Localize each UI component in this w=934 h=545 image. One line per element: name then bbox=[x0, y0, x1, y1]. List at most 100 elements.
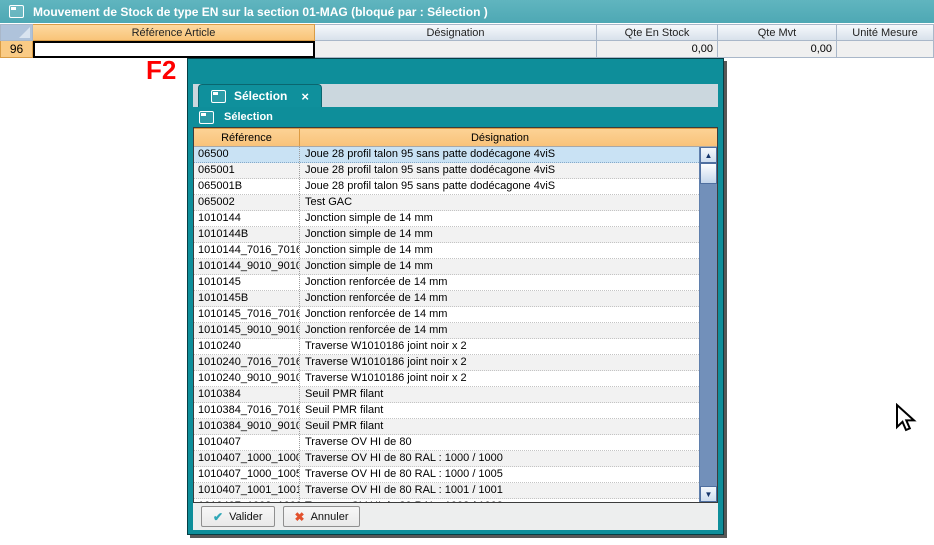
list-item-reference: 1010384 bbox=[194, 387, 300, 402]
qte-mvt-cell: 0,00 bbox=[718, 41, 837, 58]
list-item-designation: Jonction simple de 14 mm bbox=[300, 259, 699, 274]
list-item[interactable]: 1010144_7016_7016 Jonction simple de 14 … bbox=[194, 243, 699, 259]
list-column-header-designation: Désignation bbox=[300, 129, 700, 146]
list-item[interactable]: 1010407 Traverse OV HI de 80 bbox=[194, 435, 699, 451]
list-item-reference: 065001 bbox=[194, 163, 300, 178]
dialog-tabstrip: Sélection × bbox=[193, 84, 718, 107]
window-title: Mouvement de Stock de type EN sur la sec… bbox=[33, 5, 488, 19]
selection-list-panel: Référence Désignation 06500 Joue 28 prof… bbox=[193, 127, 718, 503]
list-item-reference: 1010144B bbox=[194, 227, 300, 242]
list-item-designation: Jonction simple de 14 mm bbox=[300, 243, 699, 258]
list-item[interactable]: 1010407_1000_1000 Traverse OV HI de 80 R… bbox=[194, 451, 699, 467]
tab-label: Sélection bbox=[234, 89, 287, 103]
list-item-designation: Joue 28 profil talon 95 sans patte dodéc… bbox=[300, 163, 699, 178]
list-item-designation: Traverse OV HI de 80 RAL : 1000 / 1005 bbox=[300, 467, 699, 482]
column-header-reference-article: Référence Article bbox=[33, 24, 315, 41]
list-item-designation: Jonction simple de 14 mm bbox=[300, 211, 699, 226]
tab-close-icon[interactable]: × bbox=[301, 90, 309, 103]
list-item[interactable]: 1010384_7016_7016 Seuil PMR filant bbox=[194, 403, 699, 419]
list-item-reference: 1010407_1000_1000 bbox=[194, 451, 300, 466]
list-item[interactable]: 1010407_1000_1005 Traverse OV HI de 80 R… bbox=[194, 467, 699, 483]
list-item-designation: Jonction renforcée de 14 mm bbox=[300, 323, 699, 338]
annuler-button[interactable]: ✖ Annuler bbox=[283, 506, 361, 527]
list-item-reference: 1010145 bbox=[194, 275, 300, 290]
list-item-reference: 1010240_9010_9010 bbox=[194, 371, 300, 386]
cross-icon: ✖ bbox=[295, 510, 305, 524]
f2-key-hint: F2 bbox=[146, 55, 176, 86]
scroll-down-icon[interactable]: ▼ bbox=[700, 486, 717, 502]
list-item-designation: Traverse OV HI de 80 RAL : 1002 / 1002 bbox=[300, 499, 699, 502]
selection-dialog: Sélection × Sélection Référence Désignat… bbox=[187, 58, 724, 535]
list-item[interactable]: 1010384 Seuil PMR filant bbox=[194, 387, 699, 403]
list-item[interactable]: 1010240 Traverse W1010186 joint noir x 2 bbox=[194, 339, 699, 355]
list-item-designation: Seuil PMR filant bbox=[300, 403, 699, 418]
list-item-reference: 065001B bbox=[194, 179, 300, 194]
window-titlebar: Mouvement de Stock de type EN sur la sec… bbox=[0, 0, 934, 23]
column-header-unite-mesure: Unité Mesure bbox=[837, 24, 934, 41]
main-grid-header: Référence Article Désignation Qte En Sto… bbox=[0, 24, 934, 41]
list-item[interactable]: 06500 Joue 28 profil talon 95 sans patte… bbox=[194, 147, 699, 163]
column-header-qte-en-stock: Qte En Stock bbox=[597, 24, 718, 41]
list-item-reference: 1010145_9010_9010 bbox=[194, 323, 300, 338]
grid-corner-cell bbox=[0, 24, 33, 41]
list-item[interactable]: 065001B Joue 28 profil talon 95 sans pat… bbox=[194, 179, 699, 195]
list-item-designation: Seuil PMR filant bbox=[300, 419, 699, 434]
list-item-designation: Seuil PMR filant bbox=[300, 387, 699, 402]
list-item[interactable]: 1010407_1002_1002 Traverse OV HI de 80 R… bbox=[194, 499, 699, 502]
tab-selection[interactable]: Sélection × bbox=[198, 84, 322, 107]
list-item-reference: 1010144_7016_7016 bbox=[194, 243, 300, 258]
list-item[interactable]: 1010407_1001_1001 Traverse OV HI de 80 R… bbox=[194, 483, 699, 499]
list-item[interactable]: 1010144 Jonction simple de 14 mm bbox=[194, 211, 699, 227]
list-item-reference: 1010407 bbox=[194, 435, 300, 450]
list-item-reference: 1010407_1000_1005 bbox=[194, 467, 300, 482]
list-item-designation: Joue 28 profil talon 95 sans patte dodéc… bbox=[300, 147, 699, 162]
list-item[interactable]: 1010144B Jonction simple de 14 mm bbox=[194, 227, 699, 243]
scrollbar-thumb[interactable] bbox=[700, 163, 717, 184]
list-item[interactable]: 1010240_9010_9010 Traverse W1010186 join… bbox=[194, 371, 699, 387]
selection-list-body: 06500 Joue 28 profil talon 95 sans patte… bbox=[194, 147, 717, 502]
list-header-scroll-spacer bbox=[700, 129, 717, 146]
column-header-designation: Désignation bbox=[315, 24, 597, 41]
main-grid-row-96: 96 0,00 0,00 bbox=[0, 41, 934, 58]
list-item-designation: Jonction renforcée de 14 mm bbox=[300, 307, 699, 322]
list-item-reference: 1010384_7016_7016 bbox=[194, 403, 300, 418]
row-number-cell: 96 bbox=[0, 41, 33, 58]
list-item-designation: Traverse W1010186 joint noir x 2 bbox=[300, 371, 699, 386]
tab-window-icon bbox=[211, 90, 226, 103]
list-column-header-reference: Référence bbox=[194, 129, 300, 146]
mouse-cursor bbox=[893, 403, 917, 435]
list-item-designation: Traverse OV HI de 80 RAL : 1000 / 1000 bbox=[300, 451, 699, 466]
list-item[interactable]: 065001 Joue 28 profil talon 95 sans patt… bbox=[194, 163, 699, 179]
unite-mesure-cell bbox=[837, 41, 934, 58]
selection-list: 06500 Joue 28 profil talon 95 sans patte… bbox=[194, 147, 699, 502]
check-icon: ✔ bbox=[213, 510, 223, 524]
list-item[interactable]: 1010145B Jonction renforcée de 14 mm bbox=[194, 291, 699, 307]
list-item-designation: Traverse W1010186 joint noir x 2 bbox=[300, 355, 699, 370]
scroll-up-icon[interactable]: ▲ bbox=[700, 147, 717, 163]
list-item-reference: 1010144 bbox=[194, 211, 300, 226]
list-item[interactable]: 1010145 Jonction renforcée de 14 mm bbox=[194, 275, 699, 291]
list-item-reference: 1010407_1002_1002 bbox=[194, 499, 300, 502]
list-item[interactable]: 1010144_9010_9010 Jonction simple de 14 … bbox=[194, 259, 699, 275]
scrollbar-track[interactable] bbox=[700, 184, 717, 486]
list-item-designation: Joue 28 profil talon 95 sans patte dodéc… bbox=[300, 179, 699, 194]
valider-button[interactable]: ✔ Valider bbox=[201, 506, 275, 527]
list-item[interactable]: 1010384_9010_9010 Seuil PMR filant bbox=[194, 419, 699, 435]
annuler-button-label: Annuler bbox=[311, 511, 349, 523]
list-scrollbar[interactable]: ▲ ▼ bbox=[699, 147, 717, 502]
list-item-designation: Jonction simple de 14 mm bbox=[300, 227, 699, 242]
list-item[interactable]: 1010145_7016_7016 Jonction renforcée de … bbox=[194, 307, 699, 323]
qte-en-stock-cell: 0,00 bbox=[597, 41, 718, 58]
list-item-reference: 1010240_7016_7016 bbox=[194, 355, 300, 370]
list-item-reference: 1010240 bbox=[194, 339, 300, 354]
list-item[interactable]: 065002 Test GAC bbox=[194, 195, 699, 211]
list-item-designation: Traverse OV HI de 80 RAL : 1001 / 1001 bbox=[300, 483, 699, 498]
dialog-section-title: Sélection bbox=[224, 111, 273, 123]
list-item-reference: 065002 bbox=[194, 195, 300, 210]
list-item[interactable]: 1010240_7016_7016 Traverse W1010186 join… bbox=[194, 355, 699, 371]
valider-button-label: Valider bbox=[229, 511, 262, 523]
list-item[interactable]: 1010145_9010_9010 Jonction renforcée de … bbox=[194, 323, 699, 339]
column-header-qte-mvt: Qte Mvt bbox=[718, 24, 837, 41]
list-item-reference: 1010407_1001_1001 bbox=[194, 483, 300, 498]
list-item-reference: 1010144_9010_9010 bbox=[194, 259, 300, 274]
